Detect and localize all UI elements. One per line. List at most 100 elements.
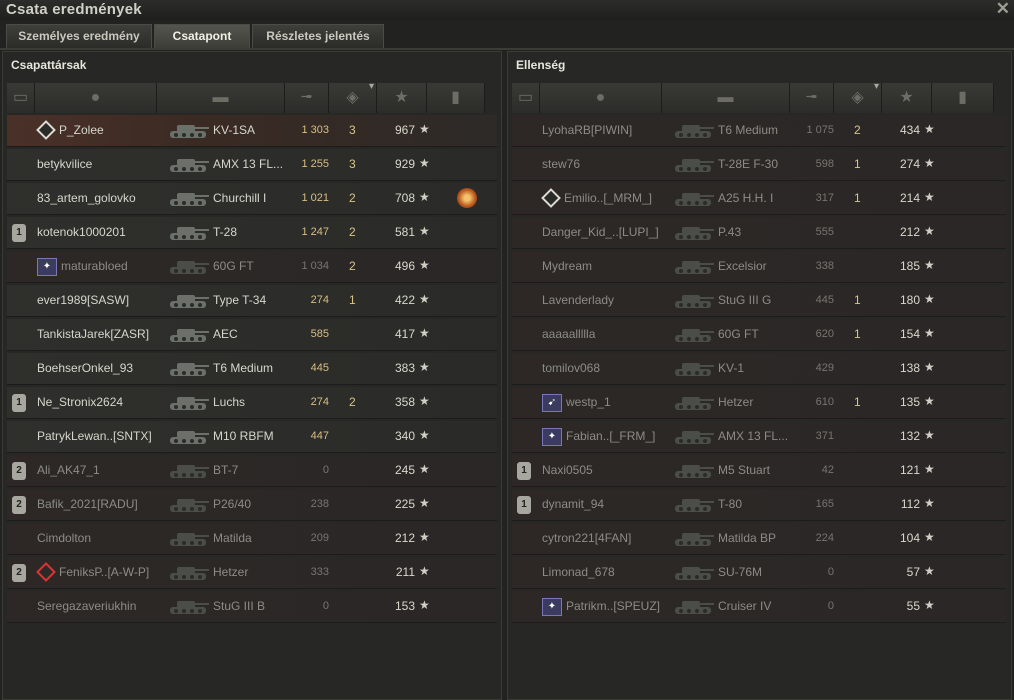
player-name: Fabian..[_FRM_] <box>566 429 656 443</box>
player-row[interactable]: betykvilice AMX 13 FL... 1 255 3 929 ★ <box>7 149 497 181</box>
player-name: PatrykLewan..[SNTX] <box>37 429 152 443</box>
player-row[interactable]: Lavenderlady StuG III G 445 1 180 ★ <box>512 285 1006 317</box>
header-cell-damage-icon[interactable]: ╼ <box>285 83 329 113</box>
star-icon: ★ <box>419 564 430 578</box>
player-row[interactable]: TankistaJarek[ZASR] AEC 585 417 ★ <box>7 319 497 351</box>
damage-value: 224 <box>815 532 834 544</box>
player-row[interactable]: BoehserOnkel_93 T6 Medium 445 383 ★ <box>7 353 497 385</box>
header-cell-rank-icon[interactable]: ▭ <box>7 83 35 113</box>
player-row[interactable]: Danger_Kid_..[LUPI_] P.43 555 212 ★ <box>512 217 1006 249</box>
allies-title: Csapattársak <box>11 58 87 72</box>
player-row[interactable]: 1 Naxi0505 M5 Stuart 42 121 ★ <box>512 455 1006 487</box>
damage-value: 1 255 <box>301 158 329 170</box>
points-value: 211 <box>395 565 415 579</box>
player-row[interactable]: ✦ Fabian..[_FRM_] AMX 13 FL... 371 132 ★ <box>512 421 1006 453</box>
tab-detailed-report[interactable]: Részletes jelentés <box>252 24 384 48</box>
player-row[interactable]: ever1989[SASW] Type T-34 274 1 422 ★ <box>7 285 497 317</box>
header-cell-medal-icon[interactable]: ▮ <box>427 83 485 113</box>
points-value: 581 <box>394 225 415 239</box>
damage-value: 317 <box>815 192 834 204</box>
allies-header: ▭ ● ▬ ╼ ◈ ▾ ★ ▮ <box>7 81 501 113</box>
tank-icon <box>167 153 211 175</box>
damage-value: 0 <box>827 600 834 612</box>
vehicle-name: Cruiser IV <box>718 599 772 613</box>
player-row[interactable]: 83_artem_golovko Churchill I 1 021 2 708 ★ <box>7 183 497 215</box>
player-name: stew76 <box>542 157 581 171</box>
header-cell-points-icon[interactable]: ★ <box>882 83 932 113</box>
header-cell-damage-icon[interactable]: ╼ <box>790 83 834 113</box>
tank-icon <box>672 323 716 345</box>
rank-icon: ▭ <box>12 89 29 106</box>
header-cell-player-icon[interactable]: ● <box>35 83 157 113</box>
player-row[interactable]: aaaaallllla 60G FT 620 1 154 ★ <box>512 319 1006 351</box>
damage-value: 338 <box>815 260 834 272</box>
rank-diamond-icon <box>541 188 561 208</box>
player-row[interactable]: ✦ Patrikm..[SPEUZ] Cruiser IV 0 55 ★ <box>512 591 1006 623</box>
player-row[interactable]: ✦ maturabloed 60G FT 1 034 2 496 ★ <box>7 251 497 283</box>
player-row[interactable]: ➹ westp_1 Hetzer 610 1 135 ★ <box>512 387 1006 419</box>
star-icon: ★ <box>419 326 430 340</box>
player-name: westp_1 <box>566 395 611 409</box>
header-cell-points-icon[interactable]: ★ <box>377 83 427 113</box>
tank-icon <box>167 255 211 277</box>
points-value: 496 <box>394 259 415 273</box>
tank-silhouette <box>675 601 714 614</box>
player-row[interactable]: 1 kotenok1000201 T-28 1 247 2 581 ★ <box>7 217 497 249</box>
player-row[interactable]: LyohaRB[PIWIN] T6 Medium 1 075 2 434 ★ <box>512 115 1006 147</box>
player-row[interactable]: tomilov068 KV-1 429 138 ★ <box>512 353 1006 385</box>
player-row[interactable]: 2 Bafik_2021[RADU] P26/40 238 225 ★ <box>7 489 497 521</box>
player-row[interactable]: stew76 T-28E F-30 598 1 274 ★ <box>512 149 1006 181</box>
player-row[interactable]: 2 FeniksP..[A-W-P] Hetzer 333 211 ★ <box>7 557 497 589</box>
player-row[interactable]: cytron221[4FAN] Matilda BP 224 104 ★ <box>512 523 1006 555</box>
player-row[interactable]: Seregazaveriukhin StuG III B 0 153 ★ <box>7 591 497 623</box>
vehicle-name: Matilda <box>213 531 252 545</box>
header-cell-player-icon[interactable]: ● <box>540 83 662 113</box>
vehicle-name: Hetzer <box>718 395 754 409</box>
header-cell-kills-icon[interactable]: ◈ ▾ <box>834 81 882 113</box>
player-row[interactable]: PatrykLewan..[SNTX] M10 RBFM 447 340 ★ <box>7 421 497 453</box>
player-row[interactable]: 1 Ne_Stronix2624 Luchs 274 2 358 ★ <box>7 387 497 419</box>
kills-value: 2 <box>349 395 356 409</box>
enemies-title: Ellenség <box>516 58 566 72</box>
tank-icon: ▬ <box>717 89 734 106</box>
player-row[interactable]: P_Zolee KV-1SA 1 303 3 967 ★ <box>7 115 497 147</box>
kills-value: 3 <box>349 123 356 137</box>
star-icon: ★ <box>924 224 935 238</box>
battle-results-window: Csata eredmények ✕ Személyes eredmény Cs… <box>0 0 1014 700</box>
player-row[interactable]: Limonad_678 SU-76M 0 57 ★ <box>512 557 1006 589</box>
tank-icon <box>167 187 211 209</box>
tank-silhouette <box>675 261 714 274</box>
damage-value: 585 <box>310 328 329 340</box>
header-cell-kills-icon[interactable]: ◈ ▾ <box>329 81 377 113</box>
player-name: cytron221[4FAN] <box>542 531 632 545</box>
kills-value: 2 <box>854 123 861 137</box>
player-row[interactable]: Mydream Excelsior 338 185 ★ <box>512 251 1006 283</box>
tab-personal-results[interactable]: Személyes eredmény <box>6 24 152 48</box>
damage-value: 333 <box>310 566 329 578</box>
player-row[interactable]: Emilio..[_MRM_] A25 H.H. I 317 1 214 ★ <box>512 183 1006 215</box>
enemies-header: ▭ ● ▬ ╼ ◈ ▾ ★ ▮ <box>512 81 1010 113</box>
star-icon: ★ <box>924 428 935 442</box>
tab-team-score[interactable]: Csatapont <box>154 24 250 48</box>
tank-silhouette <box>170 363 209 376</box>
points-value: 929 <box>394 157 415 171</box>
header-cell-rank-icon[interactable]: ▭ <box>512 83 540 113</box>
player-row[interactable]: 1 dynamit_94 T-80 165 112 ★ <box>512 489 1006 521</box>
tank-silhouette <box>170 329 209 342</box>
player-row[interactable]: 2 Ali_AK47_1 BT-7 0 245 ★ <box>7 455 497 487</box>
header-cell-tank-icon[interactable]: ▬ <box>662 83 790 113</box>
tank-icon <box>167 391 211 413</box>
header-cell-medal-icon[interactable]: ▮ <box>932 83 994 113</box>
player-row[interactable]: Cimdolton Matilda 209 212 ★ <box>7 523 497 555</box>
points-value: 358 <box>394 395 415 409</box>
close-icon[interactable]: ✕ <box>996 0 1010 19</box>
damage-value: 1 303 <box>301 124 329 136</box>
tier-badge: 1 <box>517 462 531 480</box>
vehicle-name: BT-7 <box>213 463 239 477</box>
points-value: 434 <box>899 123 920 137</box>
player-name: P_Zolee <box>59 123 104 137</box>
header-cell-tank-icon[interactable]: ▬ <box>157 83 285 113</box>
kills-value: 1 <box>854 191 861 205</box>
points-value: 422 <box>394 293 415 307</box>
tank-icon <box>167 561 211 583</box>
